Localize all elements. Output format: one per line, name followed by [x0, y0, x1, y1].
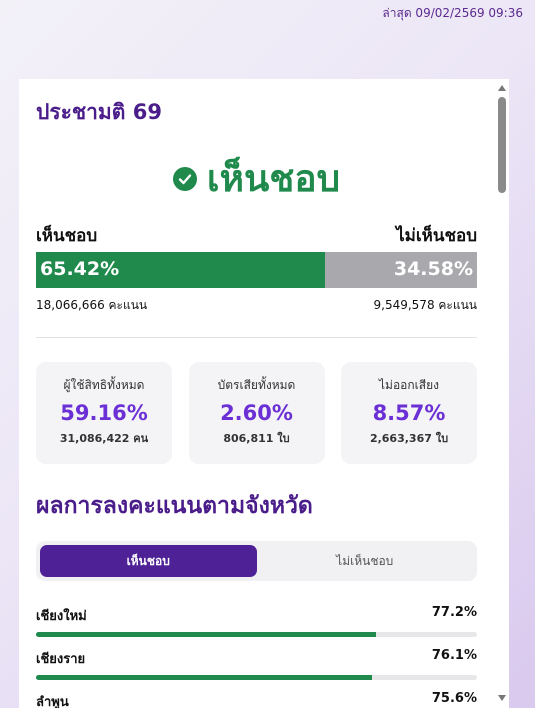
yes-count: 18,066,666 คะแนน: [36, 298, 148, 312]
progress-fill: [36, 675, 372, 680]
no-label: ไม่เห็นชอบ: [396, 226, 477, 246]
result-text: เห็นชอบ: [206, 157, 341, 200]
list-item: เชียงราย 76.1%: [36, 648, 477, 691]
province-list: เชียงใหม่ 77.2% เชียงราย 76.1% ลำพูน 75.…: [36, 605, 477, 708]
stat-label: บัตรเสียทั้งหมด: [217, 378, 296, 392]
yes-bar: 65.42%: [36, 252, 325, 288]
province-percent: 77.2%: [431, 605, 477, 620]
stat-label: ผู้ใช้สิทธิทั้งหมด: [63, 378, 145, 392]
scroll-thumb[interactable]: [498, 97, 506, 193]
scrollbar[interactable]: [495, 79, 509, 708]
province-percent: 76.1%: [431, 648, 477, 663]
vote-split-bar: 65.42% 34.58%: [36, 252, 477, 288]
stat-card-invalid: บัตรเสียทั้งหมด 2.60% 806,811 ใบ: [188, 362, 325, 464]
result-toggle: เห็นชอบ ไม่เห็นชอบ: [36, 541, 477, 581]
list-item: เชียงใหม่ 77.2%: [36, 605, 477, 648]
last-updated-label: ล่าสุด 09/02/2569 09:36: [382, 6, 523, 20]
stat-value: 2.60%: [220, 401, 293, 425]
province-name: ลำพูน: [36, 695, 69, 708]
divider: [36, 337, 477, 338]
list-item: ลำพูน 75.6%: [36, 691, 477, 708]
vote-counts: 18,066,666 คะแนน 9,549,578 คะแนน: [36, 296, 477, 315]
scroll-down-icon[interactable]: [498, 695, 506, 701]
stats-row: ผู้ใช้สิทธิทั้งหมด 59.16% 31,086,422 คน …: [36, 362, 477, 464]
vote-labels: เห็นชอบ ไม่เห็นชอบ: [36, 222, 477, 249]
stat-sub: 31,086,422 คน: [59, 432, 149, 445]
progress-track: [36, 675, 477, 680]
yes-label: เห็นชอบ: [36, 226, 98, 246]
stat-card-abstain: ไม่ออกเสียง 8.57% 2,663,367 ใบ: [341, 362, 477, 464]
section-title: ผลการลงคะแนนตามจังหวัด: [36, 493, 313, 519]
progress-track: [36, 632, 477, 637]
province-name: เชียงราย: [36, 652, 86, 667]
check-circle-icon: [172, 166, 197, 191]
progress-fill: [36, 632, 377, 637]
stat-card-turnout: ผู้ใช้สิทธิทั้งหมด 59.16% 31,086,422 คน: [36, 362, 172, 464]
stat-sub: 806,811 ใบ: [223, 432, 290, 445]
scroll-up-icon[interactable]: [498, 85, 506, 91]
no-count: 9,549,578 คะแนน: [373, 298, 478, 312]
stat-sub: 2,663,367 ใบ: [369, 432, 449, 445]
page-title: ประชามติ 69: [36, 100, 162, 124]
province-name: เชียงใหม่: [36, 609, 87, 624]
tab-yes[interactable]: เห็นชอบ: [40, 545, 257, 577]
province-percent: 75.6%: [431, 691, 477, 706]
stat-value: 59.16%: [60, 401, 148, 425]
no-bar: 34.58%: [324, 252, 477, 288]
stat-label: ไม่ออกเสียง: [379, 378, 439, 392]
result-headline: เห็นชอบ: [36, 149, 477, 208]
tab-no[interactable]: ไม่เห็นชอบ: [257, 545, 474, 577]
referendum-card: ประชามติ 69 เห็นชอบ เห็นชอบ ไม่เห็นชอบ 6…: [19, 79, 509, 708]
stat-value: 8.57%: [372, 401, 446, 425]
